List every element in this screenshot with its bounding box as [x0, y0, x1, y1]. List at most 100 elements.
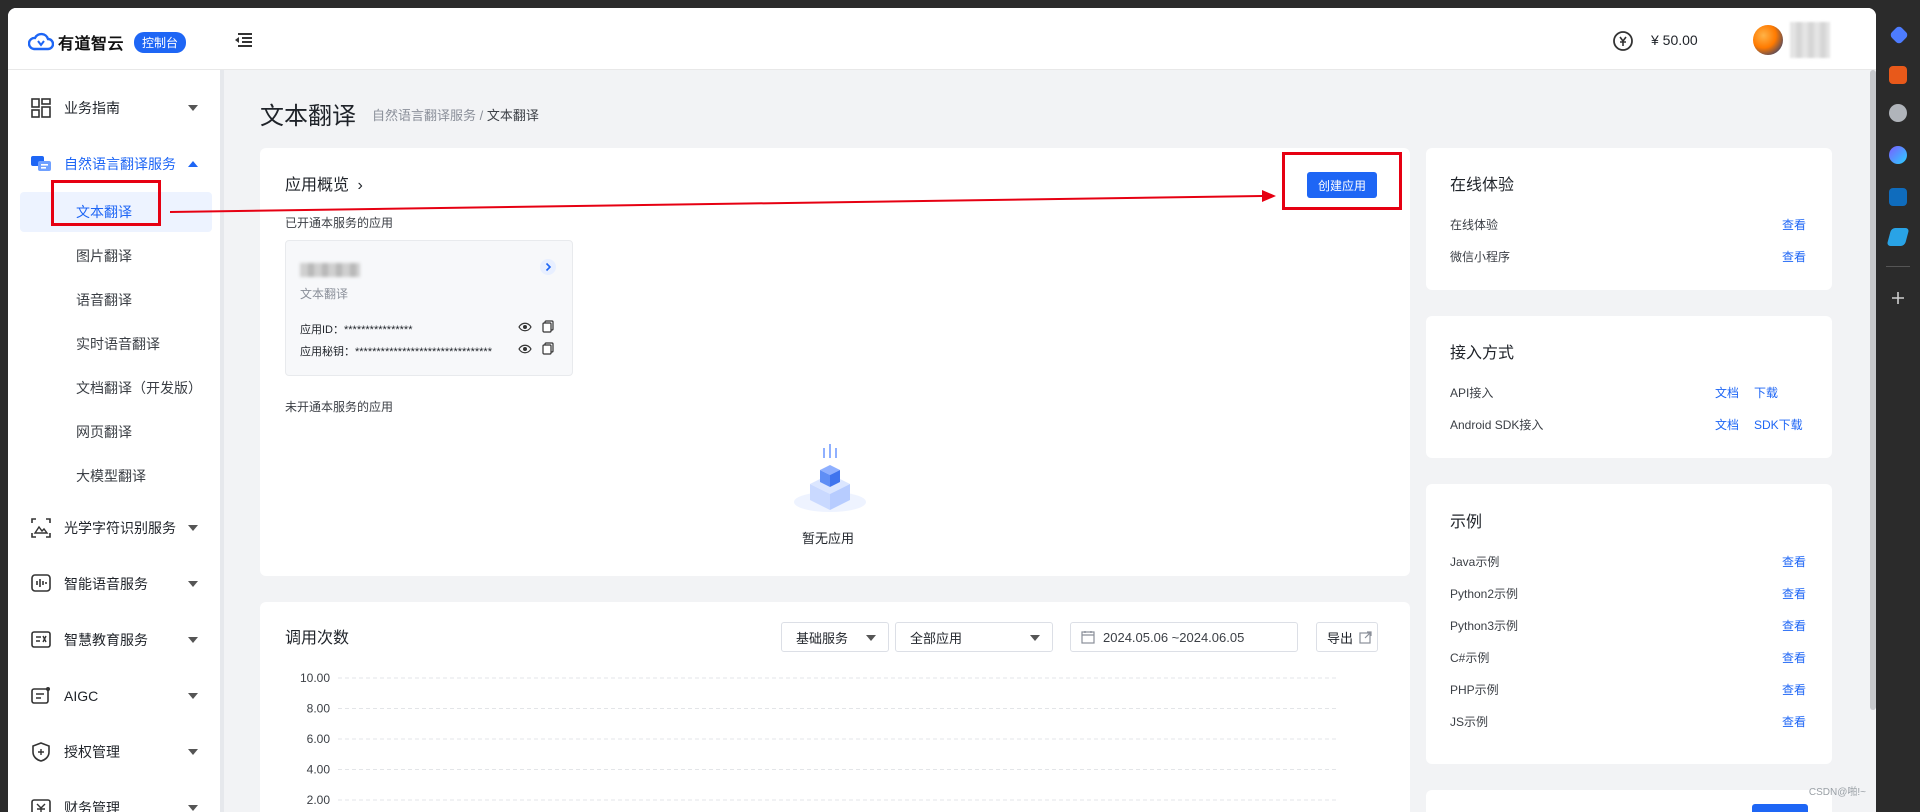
app-select-value: 全部应用: [910, 630, 963, 646]
online-row-label: 在线体验: [1450, 218, 1499, 232]
nav-group-label: 业务指南: [64, 100, 120, 116]
export-button[interactable]: 导出: [1316, 622, 1378, 652]
nav-group-finance[interactable]: 财务管理: [8, 788, 220, 812]
sidebar-item-realtime-speech[interactable]: 实时语音翻译: [20, 324, 212, 364]
toolbox-icon[interactable]: [1889, 66, 1907, 84]
api-doc-link[interactable]: 文档: [1715, 384, 1739, 401]
app-secret-value: ********************************: [355, 346, 492, 358]
example-view-link[interactable]: 查看: [1782, 617, 1806, 634]
export-icon: [1359, 630, 1372, 644]
y-tick-label: 10.00: [300, 672, 330, 685]
chess-icon[interactable]: [1889, 104, 1907, 122]
app-card[interactable]: 文本翻译 应用ID：**************** 应用秘钥：********…: [285, 240, 573, 376]
example-view-link[interactable]: 查看: [1782, 649, 1806, 666]
copy-icon[interactable]: [542, 320, 554, 333]
copy-icon[interactable]: [542, 342, 554, 355]
nav-group-ocr[interactable]: 光学字符识别服务: [8, 508, 220, 548]
menu-collapse-icon[interactable]: [234, 32, 252, 48]
strip-divider: [1886, 266, 1910, 267]
breadcrumb: 自然语言翻译服务 / 文本翻译: [372, 105, 539, 124]
y-tick-label: 8.00: [307, 702, 331, 716]
send-icon[interactable]: [1886, 228, 1910, 246]
y-tick-label: 6.00: [307, 732, 331, 746]
outlook-icon[interactable]: [1889, 188, 1907, 206]
logo[interactable]: 有道智云 控制台: [28, 29, 187, 55]
eye-icon[interactable]: [518, 322, 532, 332]
example-label: Python3示例: [1450, 619, 1519, 633]
wechat-view-link[interactable]: 查看: [1782, 248, 1806, 265]
online-title: 在线体验: [1450, 177, 1515, 194]
coin-icon[interactable]: [1612, 30, 1634, 52]
breadcrumb-parent[interactable]: 自然语言翻译服务: [372, 108, 476, 123]
nav-group-label: 授权管理: [64, 744, 120, 760]
example-view-link[interactable]: 查看: [1782, 585, 1806, 602]
nav-group-label: 光学字符识别服务: [64, 520, 176, 536]
nav-group-voice[interactable]: 智能语音服务: [8, 564, 220, 604]
top-bar: 有道智云 控制台 ¥ 50.00: [8, 8, 1876, 70]
service-select[interactable]: 基础服务: [781, 622, 889, 652]
add-icon[interactable]: [1890, 290, 1906, 306]
chevron-down-icon: [188, 581, 198, 587]
eye-icon[interactable]: [518, 344, 532, 354]
nav-group-authorization[interactable]: 授权管理: [8, 732, 220, 772]
voice-wave-icon: [31, 574, 51, 592]
api-download-link[interactable]: 下载: [1754, 384, 1778, 401]
app-id-value: ****************: [344, 324, 413, 336]
nav-group-guide[interactable]: 业务指南: [8, 88, 220, 128]
sidebar-item-label: 图片翻译: [76, 248, 132, 264]
sidebar-item-image-translate[interactable]: 图片翻译: [20, 236, 212, 276]
sidebar-item-web-translate[interactable]: 网页翻译: [20, 412, 212, 452]
chevron-up-icon: [188, 161, 198, 167]
console-tag: 控制台: [134, 31, 187, 53]
sidebar-item-document-translate[interactable]: 文档翻译（开发版）: [20, 368, 212, 408]
example-view-link[interactable]: 查看: [1782, 681, 1806, 698]
examples-title: 示例: [1450, 514, 1483, 531]
tag-icon[interactable]: [1889, 25, 1909, 45]
nav-group-education[interactable]: 智慧教育服务: [8, 620, 220, 660]
finance-icon: [31, 799, 51, 812]
sidebar-item-label: 文档翻译（开发版）: [76, 380, 202, 396]
partial-action-button[interactable]: [1752, 804, 1808, 812]
online-view-link[interactable]: 查看: [1782, 216, 1806, 233]
app-secret-label: 应用秘钥：: [300, 346, 355, 358]
example-label: Java示例: [1450, 555, 1500, 569]
empty-state-text: 暂无应用: [802, 531, 855, 546]
example-label: Python2示例: [1450, 587, 1519, 601]
api-access-label: API接入: [1450, 386, 1494, 400]
example-view-link[interactable]: 查看: [1782, 713, 1806, 730]
nav-group-label: 财务管理: [64, 800, 120, 812]
chevron-right-icon[interactable]: [540, 259, 556, 275]
nav-group-aigc[interactable]: AIGC: [8, 676, 220, 716]
grid-icon: [31, 98, 51, 118]
calendar-icon: [1081, 631, 1095, 644]
export-label: 导出: [1327, 630, 1354, 646]
android-doc-link[interactable]: 文档: [1715, 416, 1739, 433]
example-label: C#示例: [1450, 651, 1490, 665]
copilot-icon[interactable]: [1889, 146, 1907, 164]
example-view-link[interactable]: 查看: [1782, 553, 1806, 570]
date-range-picker[interactable]: 2024.05.06 ~2024.06.05: [1070, 622, 1298, 652]
app-select[interactable]: 全部应用: [895, 622, 1053, 652]
sidebar-item-label: 网页翻译: [76, 424, 132, 440]
app-name-redacted: [300, 263, 360, 277]
android-sdk-download-link[interactable]: SDK下载: [1754, 416, 1803, 433]
sidebar-item-label: 实时语音翻译: [76, 336, 160, 352]
breadcrumb-current: 文本翻译: [486, 108, 539, 123]
sidebar-item-llm-translate[interactable]: 大模型翻译: [20, 456, 212, 496]
calls-chart: 10.00 8.00 6.00 4.00 2.00: [300, 672, 1336, 807]
app-window: 有道智云 控制台 ¥ 50.00 业务指南 自然语言翻译服务 文本翻译 图片翻译…: [8, 8, 1876, 812]
wechat-row-label: 微信小程序: [1450, 250, 1511, 264]
app-service-name: 文本翻译: [300, 287, 349, 301]
cloud-logo-icon: [28, 32, 54, 51]
nav-group-label: 智能语音服务: [64, 576, 148, 592]
sidebar-item-speech-translate[interactable]: 语音翻译: [20, 280, 212, 320]
avatar[interactable]: [1753, 25, 1783, 55]
aigc-icon: [31, 687, 50, 704]
sidebar-item-label: 大模型翻译: [76, 468, 146, 484]
balance-amount: ¥ 50.00: [1651, 32, 1698, 48]
logo-text: 有道智云: [58, 36, 125, 53]
create-app-button[interactable]: 创建应用: [1307, 172, 1377, 198]
app-id-label: 应用ID：: [300, 324, 344, 336]
y-tick-label: 4.00: [307, 763, 331, 777]
username-redacted[interactable]: [1790, 22, 1830, 58]
